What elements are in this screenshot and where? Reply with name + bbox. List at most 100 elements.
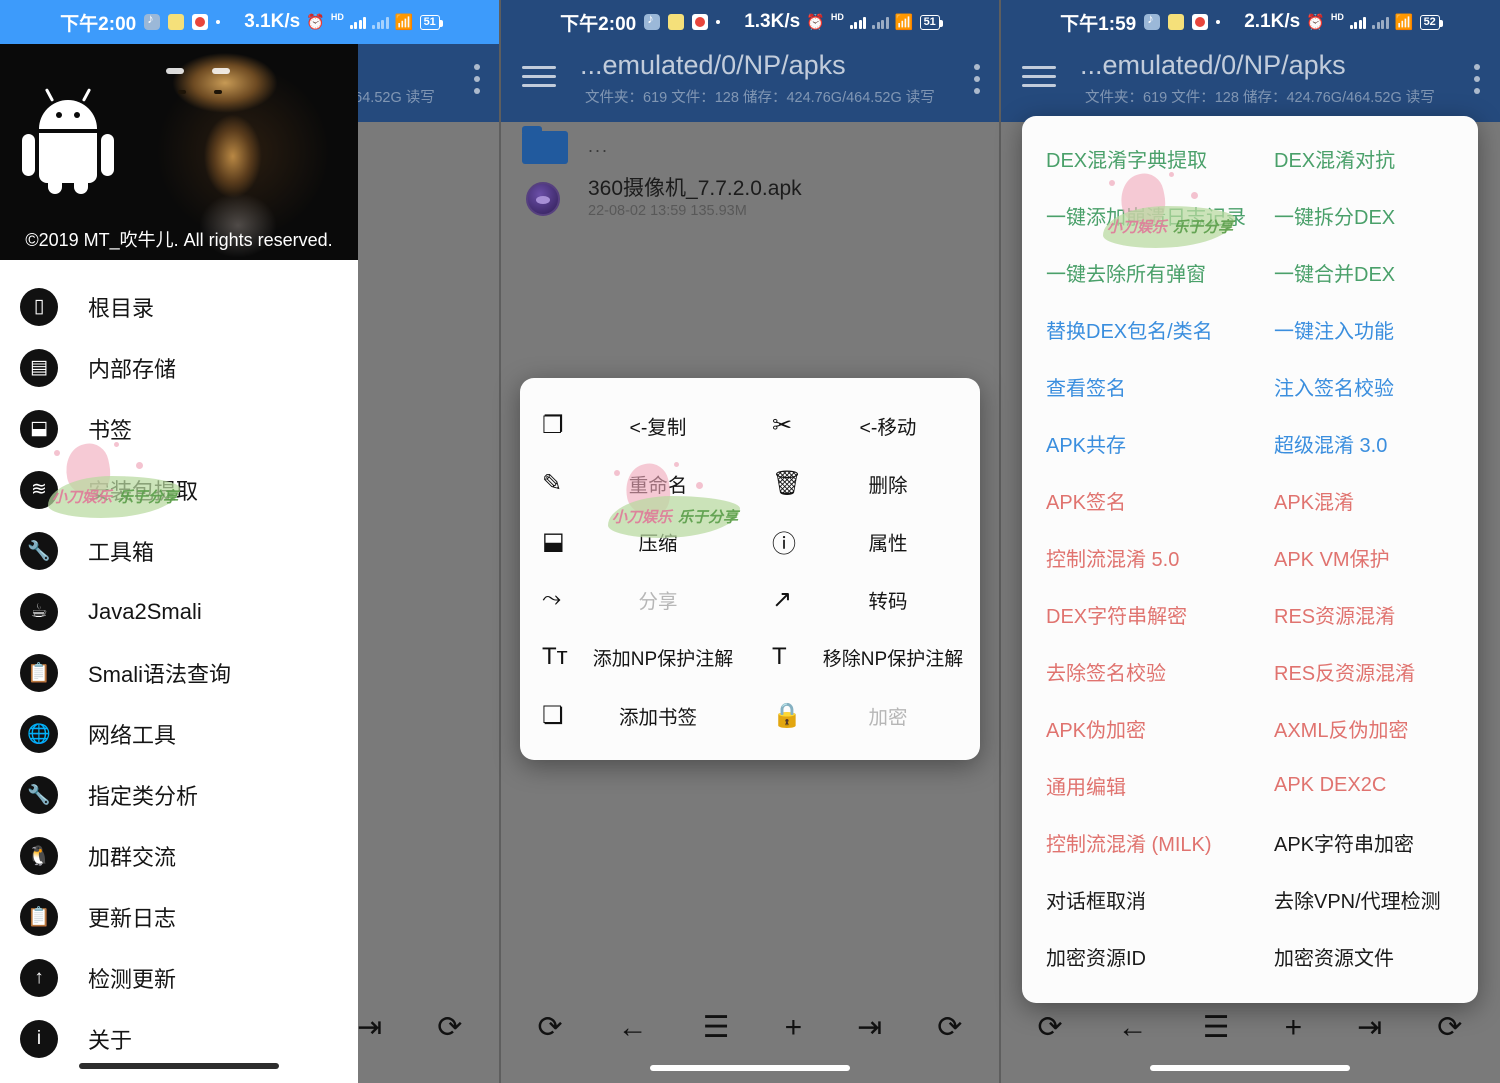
drawer-item-7[interactable]: 🌐网络工具 [0, 703, 358, 764]
function-menu-item-10[interactable]: APK共存 [1022, 415, 1250, 472]
drawer-item-2[interactable]: ⬓书签 [0, 398, 358, 459]
scissors-icon: ✂ [772, 411, 812, 440]
function-menu-item-14[interactable]: 控制流混淆 5.0 [1022, 529, 1250, 586]
function-menu-item-22[interactable]: 通用编辑 [1022, 757, 1250, 814]
drawer-item-list[interactable]: ▯根目录▤内部存储⬓书签≋安装包提取🔧工具箱☕Java2Smali📋Smali语… [0, 260, 358, 1069]
lock-icon: 🔒 [772, 701, 812, 730]
apk-function-menu[interactable]: DEX混淆字典提取DEX混淆对抗一键添加崩溃日志记录一键拆分DEX一键去除所有弹… [1022, 116, 1478, 1003]
function-menu-item-3[interactable]: 一键拆分DEX [1250, 187, 1478, 244]
menu-icon[interactable]: ☰ [703, 1013, 730, 1043]
function-menu-item-16[interactable]: DEX字符串解密 [1022, 586, 1250, 643]
refresh-icon[interactable]: ⟳ [937, 1013, 962, 1043]
function-menu-item-0[interactable]: DEX混淆字典提取 [1022, 130, 1250, 187]
function-menu-item-2[interactable]: 一键添加崩溃日志记录 [1022, 187, 1250, 244]
refresh-icon[interactable]: ⟳ [437, 1013, 462, 1043]
function-menu-item-9[interactable]: 注入签名校验 [1250, 358, 1478, 415]
function-menu-item-5[interactable]: 一键合并DEX [1250, 244, 1478, 301]
function-menu-item-1[interactable]: DEX混淆对抗 [1250, 130, 1478, 187]
function-menu-item-6[interactable]: 替换DEX包名/类名 [1022, 301, 1250, 358]
back-icon[interactable]: ← [618, 1013, 648, 1043]
drawer-item-12[interactable]: i关于 [0, 1008, 358, 1069]
context-menu-item-2[interactable]: ✎重命名 [520, 454, 750, 512]
drawer-item-6[interactable]: 📋Smali语法查询 [0, 642, 358, 703]
qq-icon: 🐧 [20, 837, 58, 875]
function-menu-item-21[interactable]: AXML反伪加密 [1250, 700, 1478, 757]
back-icon[interactable]: ← [1118, 1013, 1148, 1043]
refresh-icon[interactable]: ⟳ [538, 1013, 563, 1043]
hd-icon: HD [831, 12, 844, 22]
context-menu-item-1[interactable]: ✂<-移动 [750, 396, 980, 454]
drawer-item-label: 内部存储 [88, 352, 176, 384]
add-icon[interactable]: + [785, 1013, 803, 1043]
overflow-menu-icon[interactable] [974, 64, 982, 100]
drawer-item-9[interactable]: 🐧加群交流 [0, 825, 358, 886]
wifi-icon: 📶 [1395, 15, 1414, 30]
path-title-2: ...emulated/0/NP/apks [580, 50, 940, 81]
function-menu-item-24[interactable]: 控制流混淆 (MILK) [1022, 814, 1250, 871]
context-menu-item-10[interactable]: ❏添加书签 [520, 686, 750, 744]
collapse-icon[interactable]: ⇥ [857, 1013, 882, 1043]
context-menu-item-7[interactable]: ↗转码 [750, 570, 980, 628]
collapse-icon[interactable]: ⇥ [357, 1013, 382, 1043]
hd-icon: HD [331, 12, 344, 22]
drawer-item-3[interactable]: ≋安装包提取 [0, 459, 358, 520]
collapse-icon[interactable]: ⇥ [1357, 1013, 1382, 1043]
overflow-menu-icon[interactable] [1474, 64, 1482, 100]
function-menu-item-29[interactable]: 加密资源文件 [1250, 928, 1478, 985]
function-menu-item-7[interactable]: 一键注入功能 [1250, 301, 1478, 358]
context-menu-item-0[interactable]: ❐<-复制 [520, 396, 750, 454]
function-menu-item-17[interactable]: RES资源混淆 [1250, 586, 1478, 643]
globe-icon: 🌐 [20, 715, 58, 753]
drawer-item-1[interactable]: ▤内部存储 [0, 337, 358, 398]
drawer-item-11[interactable]: ↑检测更新 [0, 947, 358, 1008]
function-menu-item-28[interactable]: 加密资源ID [1022, 928, 1250, 985]
add-icon[interactable]: + [1285, 1013, 1303, 1043]
context-menu-item-3[interactable]: 🗑删除 [750, 454, 980, 512]
overflow-menu-icon[interactable] [474, 64, 482, 100]
hamburger-menu-icon[interactable] [1022, 66, 1056, 90]
context-menu-item-5[interactable]: ⓘ属性 [750, 512, 980, 570]
drawer-item-0[interactable]: ▯根目录 [0, 276, 358, 337]
function-menu-item-20[interactable]: APK伪加密 [1022, 700, 1250, 757]
drawer-item-4[interactable]: 🔧工具箱 [0, 520, 358, 581]
file-row[interactable]: 360摄像机_7.7.2.0.apk22-08-02 13:59 135.93M [500, 173, 1000, 224]
context-menu-item-9[interactable]: T移除NP保护注解 [750, 628, 980, 686]
phone-icon: ▯ [20, 288, 58, 326]
function-menu-item-19[interactable]: RES反资源混淆 [1250, 643, 1478, 700]
refresh-icon[interactable]: ⟳ [1038, 1013, 1063, 1043]
function-menu-item-13[interactable]: APK混淆 [1250, 472, 1478, 529]
function-menu-item-4[interactable]: 一键去除所有弹窗 [1022, 244, 1250, 301]
drawer-item-label: 工具箱 [88, 535, 154, 567]
record-icon [692, 14, 708, 30]
function-menu-item-11[interactable]: 超级混淆 3.0 [1250, 415, 1478, 472]
file-row[interactable]: ... [500, 122, 1000, 173]
menu-icon[interactable]: ☰ [1203, 1013, 1230, 1043]
drawer-item-5[interactable]: ☕Java2Smali [0, 581, 358, 642]
drawer-item-label: 关于 [88, 1023, 132, 1055]
java-icon: ☕ [20, 593, 58, 631]
context-menu-item-8[interactable]: Tт添加NP保护注解 [520, 628, 750, 686]
drawer-item-8[interactable]: 🔧指定类分析 [0, 764, 358, 825]
context-menu-item-4[interactable]: ⬓压缩 [520, 512, 750, 570]
function-menu-item-25[interactable]: APK字符串加密 [1250, 814, 1478, 871]
refresh-icon[interactable]: ⟳ [1437, 1013, 1462, 1043]
function-menu-item-8[interactable]: 查看签名 [1022, 358, 1250, 415]
panel-file-manager-drawer: 下午2:00 3.1K/s ⏰ HD 📶 51 ...emulated/0/NP… [0, 0, 500, 1083]
drawer-item-label: 指定类分析 [88, 779, 198, 811]
function-menu-item-18[interactable]: 去除签名校验 [1022, 643, 1250, 700]
app-bar-2: ...emulated/0/NP/apks 文件夹：619 文件：128 储存：… [500, 44, 1000, 122]
function-menu-item-27[interactable]: 去除VPN/代理检测 [1250, 871, 1478, 928]
function-menu-item-26[interactable]: 对话框取消 [1022, 871, 1250, 928]
navigation-drawer[interactable]: ©2019 MT_吹牛儿. All rights reserved. ▯根目录▤… [0, 44, 358, 1083]
function-menu-item-23[interactable]: APK DEX2C [1250, 757, 1478, 814]
function-menu-item-12[interactable]: APK签名 [1022, 472, 1250, 529]
external-link-icon: ↗ [772, 585, 812, 614]
alarm-icon: ⏰ [306, 15, 325, 30]
share-icon: ⤳ [542, 585, 582, 613]
drawer-item-10[interactable]: 📋更新日志 [0, 886, 358, 947]
note-icon [668, 14, 684, 30]
context-menu-label: 压缩 [582, 527, 750, 556]
file-context-menu[interactable]: ❐<-复制✂<-移动✎重命名🗑删除⬓压缩ⓘ属性⤳分享↗转码Tт添加NP保护注解T… [520, 378, 980, 760]
function-menu-item-15[interactable]: APK VM保护 [1250, 529, 1478, 586]
hamburger-menu-icon[interactable] [522, 66, 556, 90]
